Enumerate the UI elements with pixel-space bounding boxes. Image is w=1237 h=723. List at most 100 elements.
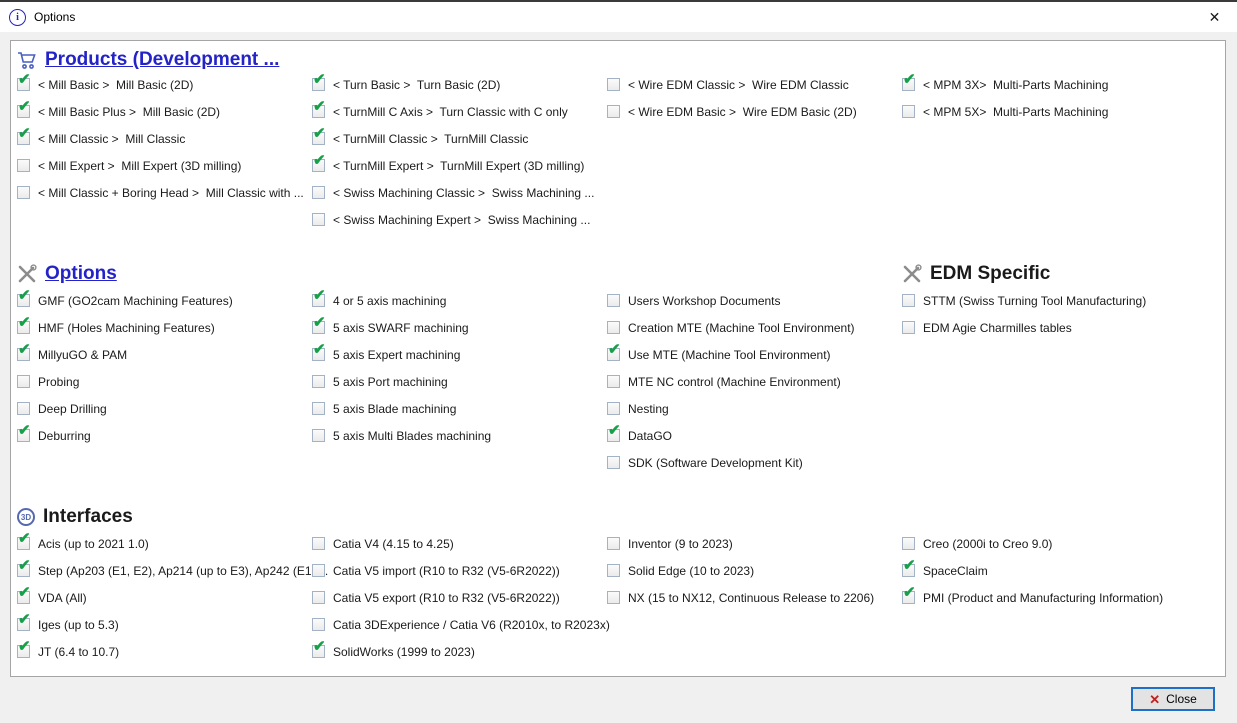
dialog-body: Products (Development ... ✔< Mill Basic … [0, 32, 1237, 723]
checkbox-unchecked[interactable] [607, 591, 620, 604]
checkbox-unchecked[interactable] [607, 402, 620, 415]
checkbox-checked[interactable]: ✔ [312, 294, 325, 307]
checkbox-unchecked[interactable] [312, 429, 325, 442]
checkbox-checked[interactable]: ✔ [902, 591, 915, 604]
checkbox-checked[interactable]: ✔ [312, 159, 325, 172]
checkbox-label: STTM (Swiss Turning Tool Manufacturing) [923, 294, 1146, 308]
checkbox-checked[interactable]: ✔ [312, 132, 325, 145]
checkbox-checked[interactable]: ✔ [607, 429, 620, 442]
close-button-label: Close [1166, 692, 1197, 706]
checkbox-checked[interactable]: ✔ [312, 105, 325, 118]
checkbox-unchecked[interactable] [607, 564, 620, 577]
products-column-2: ✔< Turn Basic > Turn Basic (2D)✔< TurnMi… [312, 71, 607, 233]
checkbox-checked[interactable]: ✔ [902, 564, 915, 577]
checkbox-unchecked[interactable] [607, 537, 620, 550]
checkbox-label: Catia V5 import (R10 to R32 (V5-6R2022)) [333, 564, 560, 578]
checkbox-label: SDK (Software Development Kit) [628, 456, 803, 470]
close-button[interactable]: ✕ Close [1131, 687, 1215, 711]
checkbox-unchecked[interactable] [312, 375, 325, 388]
checkbox-checked[interactable]: ✔ [17, 537, 30, 550]
checkbox-unchecked[interactable] [312, 564, 325, 577]
checkbox-label: < Swiss Machining Classic > Swiss Machin… [333, 186, 594, 200]
checkbox-row: ✔SpaceClaim [902, 557, 1197, 584]
checkbox-label: Catia V5 export (R10 to R32 (V5-6R2022)) [333, 591, 560, 605]
checkbox-checked[interactable]: ✔ [312, 645, 325, 658]
checkbox-row: ✔JT (6.4 to 10.7) [17, 638, 312, 665]
checkbox-unchecked[interactable] [17, 402, 30, 415]
checkbox-label: Inventor (9 to 2023) [628, 537, 733, 551]
checkbox-row: Catia V5 export (R10 to R32 (V5-6R2022)) [312, 584, 607, 611]
checkbox-checked[interactable]: ✔ [17, 564, 30, 577]
checkbox-checked[interactable]: ✔ [312, 348, 325, 361]
checkbox-label: EDM Agie Charmilles tables [923, 321, 1072, 335]
checkbox-checked[interactable]: ✔ [17, 105, 30, 118]
checkbox-unchecked[interactable] [607, 321, 620, 334]
checkbox-row: ✔< MPM 3X> Multi-Parts Machining [902, 71, 1197, 98]
tools-icon [902, 264, 922, 284]
check-icon: ✔ [18, 99, 31, 114]
window-close-icon[interactable]: ✕ [1192, 2, 1237, 32]
checkbox-checked[interactable]: ✔ [17, 429, 30, 442]
checkbox-label: Nesting [628, 402, 669, 416]
checkbox-unchecked[interactable] [607, 375, 620, 388]
checkbox-checked[interactable]: ✔ [312, 321, 325, 334]
checkbox-unchecked[interactable] [312, 537, 325, 550]
checkbox-checked[interactable]: ✔ [17, 132, 30, 145]
checkbox-checked[interactable]: ✔ [17, 348, 30, 361]
checkbox-checked[interactable]: ✔ [17, 78, 30, 91]
checkbox-unchecked[interactable] [607, 294, 620, 307]
checkbox-unchecked[interactable] [312, 402, 325, 415]
section-title: EDM Specific [930, 263, 1050, 285]
checkbox-unchecked[interactable] [17, 375, 30, 388]
checkbox-label: < Swiss Machining Expert > Swiss Machini… [333, 213, 590, 227]
checkbox-label: MTE NC control (Machine Environment) [628, 375, 841, 389]
checkbox-label: MillyuGO & PAM [38, 348, 127, 362]
checkbox-label: < Wire EDM Classic > Wire EDM Classic [628, 78, 849, 92]
checkbox-unchecked[interactable] [312, 213, 325, 226]
checkbox-label: Creation MTE (Machine Tool Environment) [628, 321, 855, 335]
check-icon: ✔ [18, 531, 31, 546]
checkbox-unchecked[interactable] [607, 105, 620, 118]
checkbox-checked[interactable]: ✔ [17, 321, 30, 334]
checkbox-checked[interactable]: ✔ [17, 591, 30, 604]
checkbox-checked[interactable]: ✔ [17, 294, 30, 307]
checkbox-label: < TurnMill Classic > TurnMill Classic [333, 132, 528, 146]
checkbox-row: Creo (2000i to Creo 9.0) [902, 530, 1197, 557]
checkbox-label: Solid Edge (10 to 2023) [628, 564, 754, 578]
checkbox-row: 5 axis Blade machining [312, 395, 607, 422]
checkbox-checked[interactable]: ✔ [17, 645, 30, 658]
checkbox-unchecked[interactable] [17, 159, 30, 172]
checkbox-label: < TurnMill C Axis > Turn Classic with C … [333, 105, 568, 119]
checkbox-label: < TurnMill Expert > TurnMill Expert (3D … [333, 159, 584, 173]
check-icon: ✔ [313, 99, 326, 114]
checkbox-unchecked[interactable] [607, 78, 620, 91]
checkbox-unchecked[interactable] [17, 186, 30, 199]
section-title: Options [45, 263, 117, 285]
checkbox-unchecked[interactable] [902, 537, 915, 550]
checkbox-label: Catia V4 (4.15 to 4.25) [333, 537, 454, 551]
checkbox-label: Catia 3DExperience / Catia V6 (R2010x, t… [333, 618, 610, 632]
checkbox-checked[interactable]: ✔ [607, 348, 620, 361]
checkbox-checked[interactable]: ✔ [312, 78, 325, 91]
checkbox-unchecked[interactable] [312, 186, 325, 199]
checkbox-unchecked[interactable] [902, 321, 915, 334]
checkbox-label: Deburring [38, 429, 91, 443]
checkbox-row: Nesting [607, 395, 902, 422]
section-title: Interfaces [43, 506, 133, 528]
products-column-3: < Wire EDM Classic > Wire EDM Classic< W… [607, 71, 902, 125]
section-header-products[interactable]: Products (Development ... [17, 46, 279, 74]
checkbox-unchecked[interactable] [902, 294, 915, 307]
checkbox-unchecked[interactable] [312, 618, 325, 631]
checkbox-unchecked[interactable] [607, 456, 620, 469]
checkbox-row: Catia V4 (4.15 to 4.25) [312, 530, 607, 557]
checkbox-label: 5 axis Port machining [333, 375, 448, 389]
checkbox-unchecked[interactable] [902, 105, 915, 118]
section-header-edm-specific: EDM Specific [902, 260, 1050, 288]
check-icon: ✔ [608, 423, 621, 438]
checkbox-checked[interactable]: ✔ [902, 78, 915, 91]
section-header-options[interactable]: Options [17, 260, 117, 288]
checkbox-label: DataGO [628, 429, 672, 443]
checkbox-unchecked[interactable] [312, 591, 325, 604]
checkbox-checked[interactable]: ✔ [17, 618, 30, 631]
checkbox-label: Deep Drilling [38, 402, 107, 416]
